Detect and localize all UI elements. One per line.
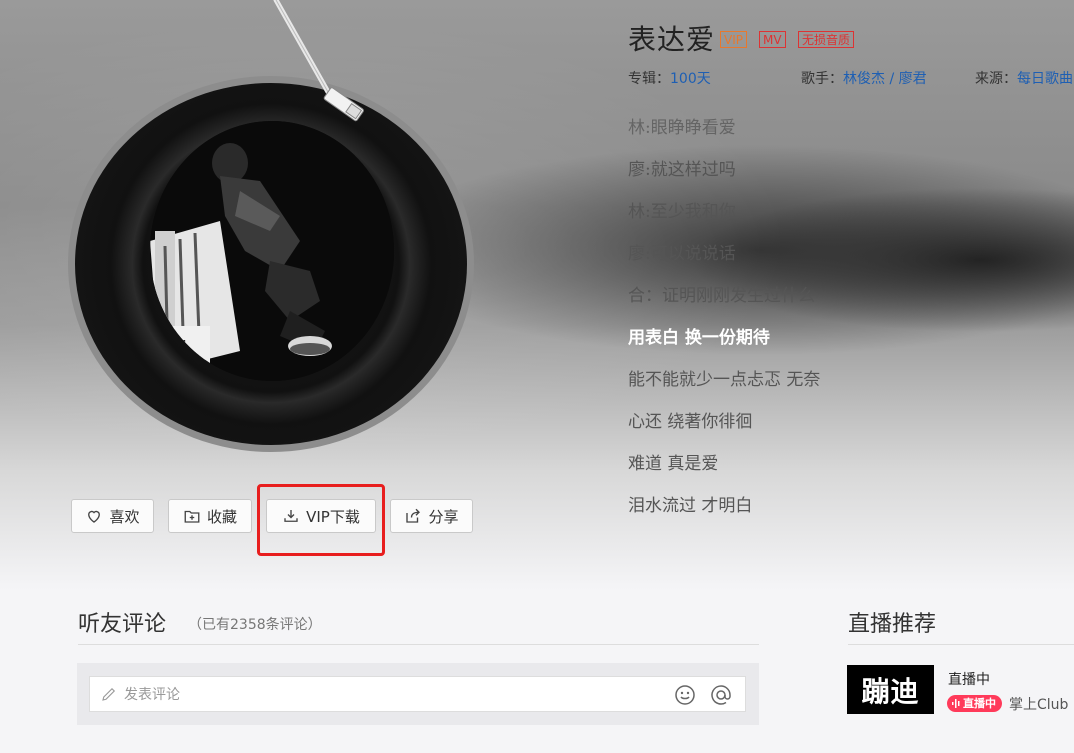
lyric-line-current: 用表白 换一份期待 [628, 328, 770, 348]
comments-count: （已有2358条评论） [188, 617, 322, 633]
comment-composer: 发表评论 [77, 663, 759, 725]
share-button[interactable]: 分享 [390, 499, 473, 533]
lyric-line: 林:眼睁睁看爱 [628, 118, 736, 138]
emoji-icon[interactable] [673, 683, 697, 707]
lyric-line: 廖:就这样过吗 [628, 160, 736, 180]
tonearm [273, 0, 364, 122]
album-art-image: Ol [150, 121, 394, 381]
album-cover: Ol [150, 121, 394, 381]
mention-icon[interactable] [709, 683, 733, 707]
lossless-badge: 无损音质 [798, 31, 855, 48]
album-link[interactable]: 100天 [670, 71, 711, 87]
svg-text:Ol: Ol [156, 336, 188, 371]
live-header: 直播推荐 [848, 604, 1074, 645]
live-status[interactable]: 直播中 [948, 669, 990, 689]
lyric-line: 合：证明刚刚发生过什么 [628, 286, 815, 306]
vip-badge: VIP [720, 31, 747, 48]
comment-placeholder: 发表评论 [124, 687, 180, 703]
source-info: 来源：每日歌曲 [975, 68, 1073, 88]
live-thumbnail[interactable]: 蹦迪 [847, 665, 934, 714]
download-highlight-box [257, 484, 385, 556]
live-channel-name[interactable]: 掌上Club [1009, 694, 1068, 714]
comment-tools [673, 683, 733, 707]
live-badge: 直播中 [947, 695, 1002, 712]
comment-input[interactable]: 发表评论 [89, 676, 746, 712]
mv-badge[interactable]: MV [759, 31, 786, 48]
comments-title: 听友评论 [78, 612, 167, 637]
album-label: 专辑： [628, 71, 670, 87]
lyric-line: 廖:可以说说话 [628, 244, 736, 264]
share-icon [406, 508, 421, 523]
lyric-line: 心还 绕著你徘徊 [628, 412, 753, 432]
lyric-line: 难道 真是爱 [628, 454, 719, 474]
like-button[interactable]: 喜欢 [71, 499, 154, 533]
lyric-line: 泪水流过 才明白 [628, 496, 753, 516]
like-label: 喜欢 [109, 507, 140, 526]
singer-separator: / [885, 71, 899, 87]
album-info: 专辑：100天 [628, 68, 711, 88]
song-title: 表达爱 [628, 23, 716, 56]
singer-link-2[interactable]: 廖君 [899, 71, 927, 87]
live-badge-label: 直播中 [963, 697, 996, 710]
live-wave-icon [952, 699, 960, 708]
live-title: 直播推荐 [848, 612, 937, 637]
pencil-icon [102, 687, 116, 701]
source-link[interactable]: 每日歌曲 [1017, 71, 1073, 87]
singer-info: 歌手：林俊杰 / 廖君 [801, 68, 927, 88]
favorite-button[interactable]: 收藏 [168, 499, 252, 533]
heart-icon [88, 510, 101, 523]
singer-link-1[interactable]: 林俊杰 [843, 71, 885, 87]
lyric-line: 能不能就少一点忐忑 无奈 [628, 370, 821, 390]
add-folder-icon [184, 510, 200, 523]
source-label: 来源： [975, 71, 1017, 87]
lyrics-panel: 林:眼睁睁看爱 廖:就这样过吗 林:至少我和你 廖:可以说说话 合：证明刚刚发生… [628, 118, 1068, 538]
favorite-label: 收藏 [206, 507, 237, 526]
comments-header: 听友评论 （已有2358条评论） [78, 604, 759, 645]
lyric-line: 林:至少我和你 [628, 202, 736, 222]
share-label: 分享 [428, 507, 459, 526]
singer-label: 歌手： [801, 71, 843, 87]
